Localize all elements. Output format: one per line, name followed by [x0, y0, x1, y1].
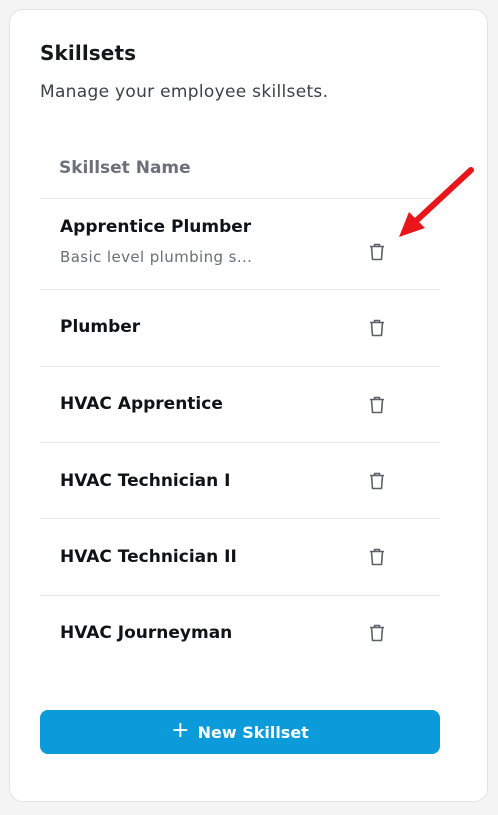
skillset-row-hvac-technician-ii[interactable]: HVAC Technician II	[40, 518, 440, 595]
trash-icon	[370, 548, 384, 566]
delete-skillset-button[interactable]	[366, 546, 388, 568]
delete-skillset-button[interactable]	[366, 394, 388, 416]
trash-icon	[370, 319, 384, 337]
skillset-row-hvac-apprentice[interactable]: HVAC Apprentice	[40, 366, 440, 442]
column-header-skillset-name: Skillset Name	[59, 158, 191, 178]
trash-icon	[370, 624, 384, 642]
skillset-row-apprentice-plumber[interactable]: Apprentice Plumber Basic level plumbing …	[40, 198, 440, 289]
skillset-list: Apprentice Plumber Basic level plumbing …	[40, 198, 440, 672]
skillset-name: HVAC Journeyman	[60, 623, 233, 643]
card-subtitle: Manage your employee skillsets.	[40, 82, 329, 102]
skillset-name: HVAC Technician II	[60, 547, 237, 567]
skillset-name: HVAC Technician I	[60, 471, 231, 491]
skillset-name: Apprentice Plumber	[60, 217, 252, 237]
skillset-name: HVAC Apprentice	[60, 394, 223, 414]
skillset-name: Plumber	[60, 317, 141, 337]
card-title: Skillsets	[40, 41, 137, 65]
delete-skillset-button[interactable]	[366, 622, 388, 644]
trash-icon	[370, 396, 384, 414]
delete-skillset-button[interactable]	[366, 470, 388, 492]
delete-skillset-button[interactable]	[366, 241, 388, 263]
new-skillset-button[interactable]: + New Skillset	[40, 710, 440, 754]
plus-icon: +	[171, 718, 190, 743]
skillset-row-plumber[interactable]: Plumber	[40, 289, 440, 366]
new-skillset-label: New Skillset	[197, 722, 309, 742]
skillset-description: Basic level plumbing s...	[60, 248, 253, 266]
skillset-row-hvac-technician-i[interactable]: HVAC Technician I	[40, 442, 440, 518]
trash-icon	[370, 472, 384, 490]
delete-skillset-button[interactable]	[366, 317, 388, 339]
skillset-row-hvac-journeyman[interactable]: HVAC Journeyman	[40, 595, 440, 672]
trash-icon	[370, 243, 384, 261]
